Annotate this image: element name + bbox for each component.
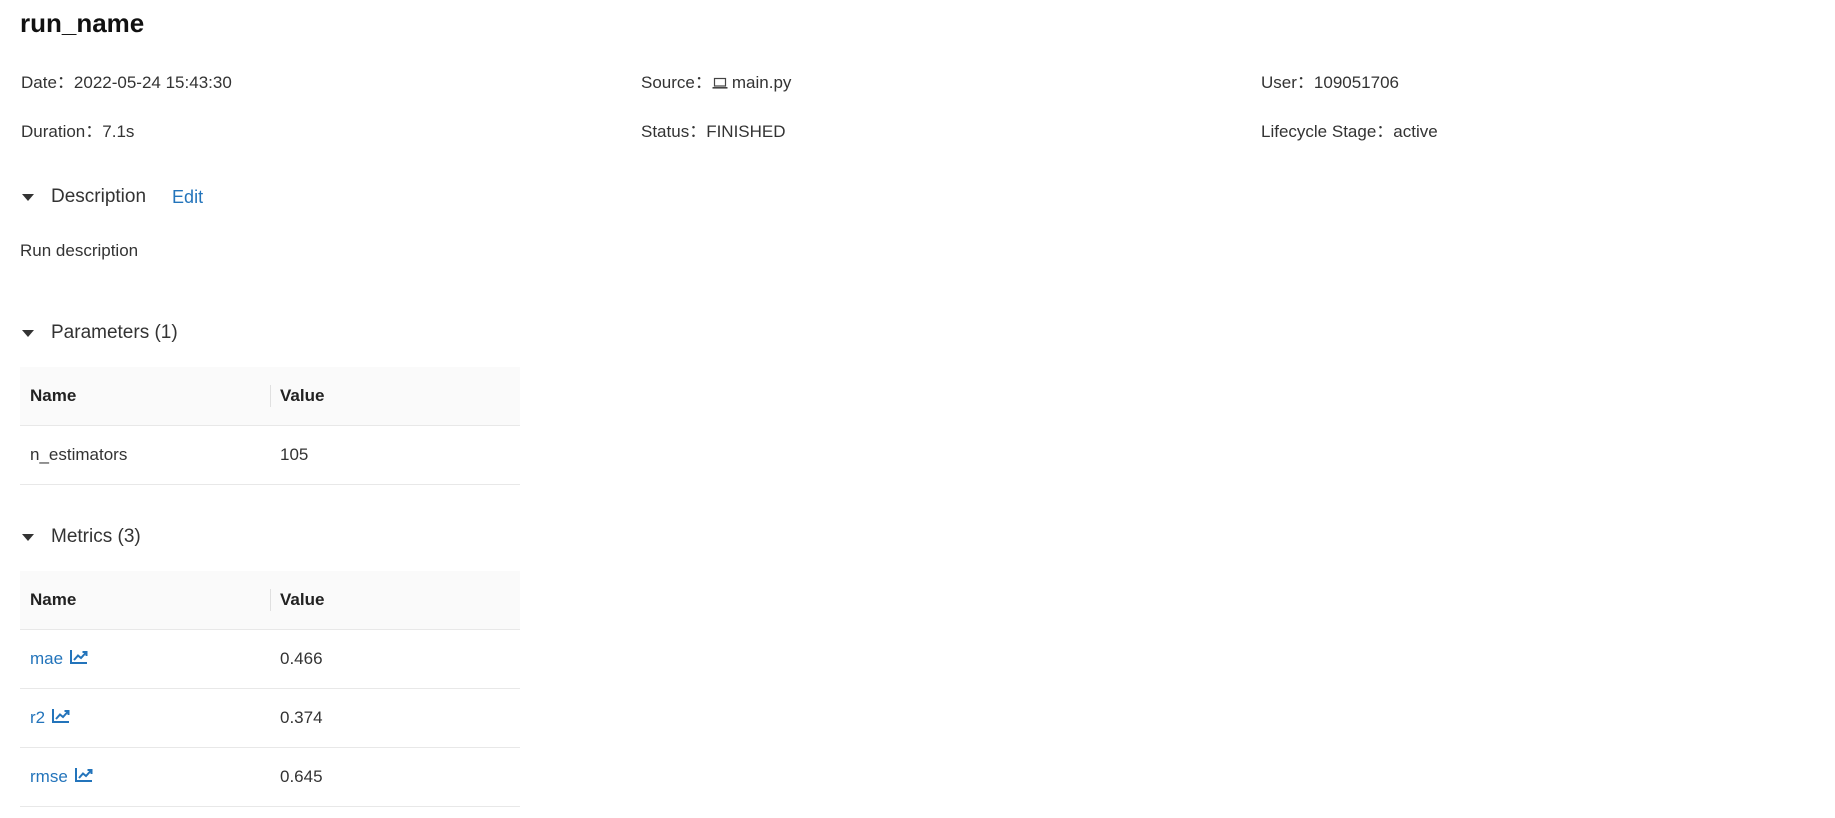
- status-field: Status：FINISHED: [641, 117, 786, 142]
- caret-down-icon[interactable]: [22, 329, 34, 337]
- user-label: User：: [1261, 73, 1314, 92]
- metric-name[interactable]: mae: [30, 649, 63, 669]
- duration-field: Duration：7.1s: [21, 117, 134, 142]
- metric-value: 0.466: [270, 629, 520, 689]
- table-row: r2 0.374: [20, 688, 520, 748]
- user-field: User：109051706: [1261, 68, 1399, 93]
- metrics-section-header[interactable]: Metrics (3): [20, 526, 141, 548]
- table-row: rmse 0.645: [20, 747, 520, 807]
- status-label: Status：: [641, 122, 707, 141]
- column-header-name[interactable]: Name: [20, 367, 270, 426]
- duration-value: 7.1s: [102, 122, 135, 141]
- date-value: 2022-05-24 15:43:30: [73, 73, 232, 92]
- parameters-table: Name Value n_estimators 105: [20, 367, 520, 485]
- duration-label: Duration：: [21, 122, 103, 141]
- table-header-row: Name Value: [20, 571, 520, 630]
- user-value: 109051706: [1313, 73, 1399, 92]
- page-title: run_name: [20, 8, 145, 38]
- status-value: FINISHED: [706, 122, 786, 141]
- metric-name[interactable]: rmse: [30, 767, 68, 787]
- source-label: Source：: [641, 73, 712, 92]
- description-title: Description: [51, 186, 147, 207]
- lifecycle-field: Lifecycle Stage：active: [1261, 117, 1438, 142]
- column-header-name[interactable]: Name: [20, 571, 270, 630]
- metric-value: 0.374: [270, 688, 520, 748]
- metrics-title: Metrics (3): [51, 526, 141, 547]
- date-label: Date：: [21, 73, 74, 92]
- line-chart-icon[interactable]: [70, 649, 88, 669]
- line-chart-icon[interactable]: [52, 708, 70, 728]
- parameters-section-header[interactable]: Parameters (1): [20, 322, 178, 344]
- description-text: Run description: [20, 241, 139, 260]
- lifecycle-value: active: [1393, 122, 1438, 141]
- column-header-value[interactable]: Value: [270, 367, 520, 426]
- date-field: Date：2022-05-24 15:43:30: [21, 68, 232, 93]
- edit-description-link[interactable]: Edit: [172, 187, 203, 208]
- line-chart-icon[interactable]: [74, 767, 93, 787]
- description-section-header[interactable]: Description Edit: [20, 186, 203, 208]
- caret-down-icon[interactable]: [22, 193, 34, 201]
- parameters-title: Parameters (1): [51, 322, 178, 343]
- table-row: n_estimators 105: [20, 425, 520, 485]
- metric-link-r2[interactable]: r2: [30, 708, 70, 728]
- source-field: Source： main.py: [641, 68, 791, 95]
- caret-down-icon[interactable]: [22, 533, 34, 541]
- param-name: n_estimators: [20, 425, 270, 485]
- table-row: mae 0.466: [20, 629, 520, 689]
- metric-value: 0.645: [270, 747, 520, 807]
- metric-name[interactable]: r2: [30, 708, 45, 728]
- metric-name-cell: mae: [20, 629, 270, 689]
- source-value[interactable]: main.py: [732, 73, 792, 92]
- metric-link-rmse[interactable]: rmse: [30, 767, 93, 787]
- metrics-table: Name Value mae 0.466 r2 0.374 rmse 0.645: [20, 571, 520, 807]
- lifecycle-label: Lifecycle Stage：: [1261, 122, 1394, 141]
- table-header-row: Name Value: [20, 367, 520, 426]
- laptop-icon: [712, 75, 728, 95]
- column-header-value[interactable]: Value: [270, 571, 520, 630]
- param-value: 105: [270, 425, 520, 485]
- metric-name-cell: r2: [20, 688, 270, 748]
- metric-name-cell: rmse: [20, 747, 270, 807]
- metric-link-mae[interactable]: mae: [30, 649, 88, 669]
